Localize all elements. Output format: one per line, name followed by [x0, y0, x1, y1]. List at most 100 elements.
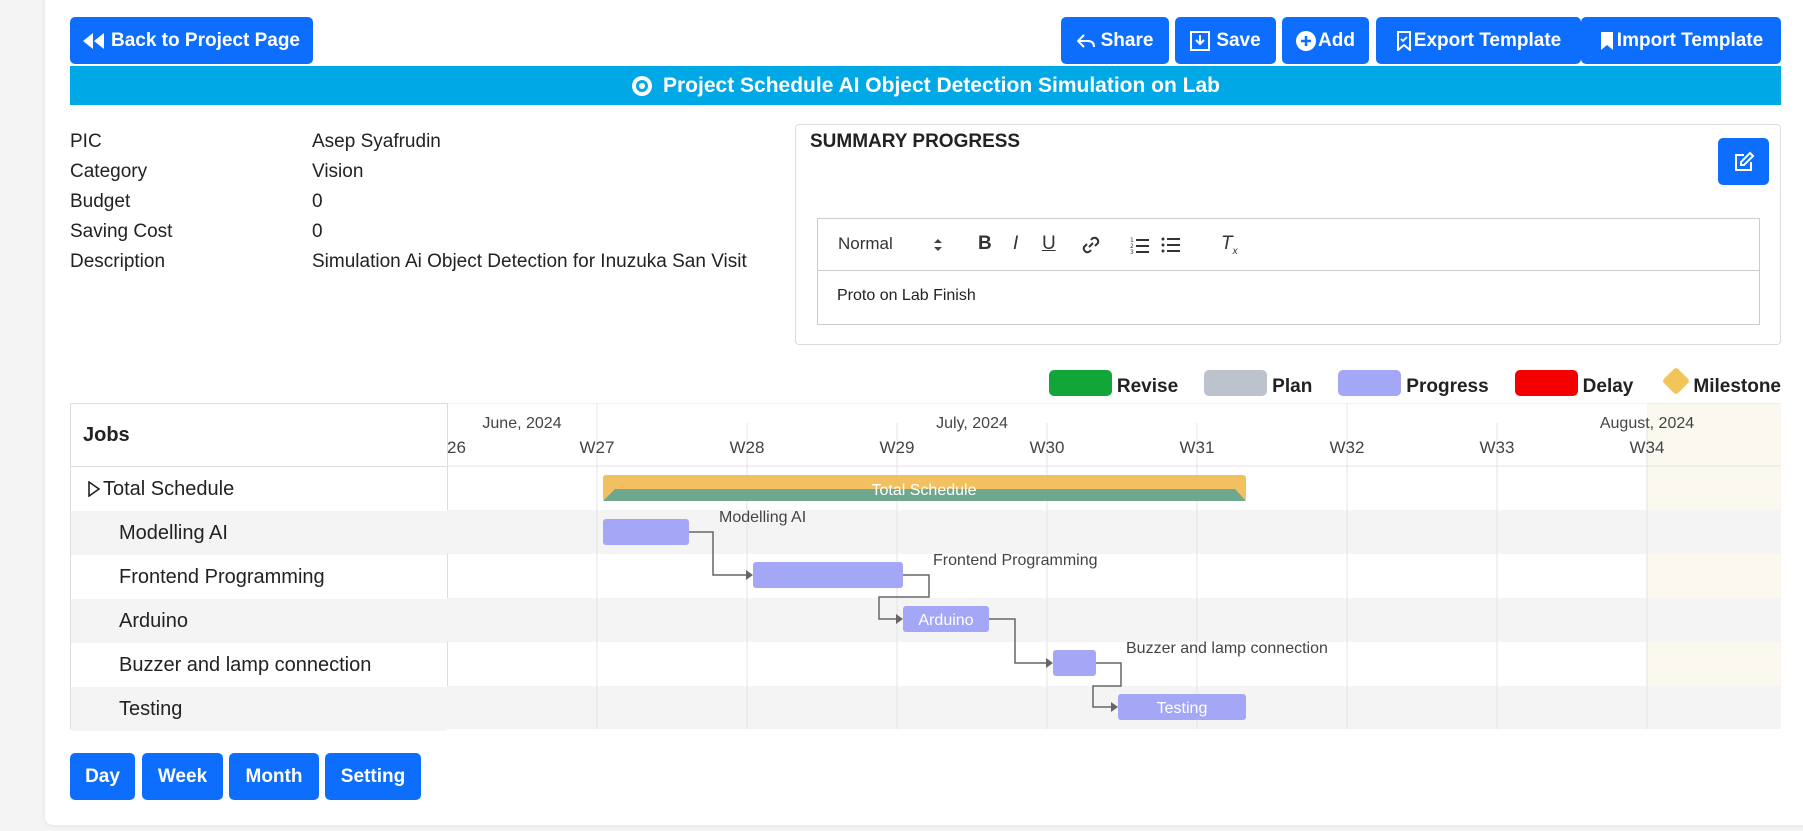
legend-swatch: [1204, 370, 1268, 396]
export-template-button[interactable]: Export Template: [1376, 17, 1581, 64]
info-label: Saving Cost: [70, 221, 173, 242]
job-row-total-schedule[interactable]: Total Schedule: [71, 467, 447, 511]
gantt-svg: June, 2024 July, 2024 August, 2024 26 W2…: [447, 403, 1781, 729]
legend-swatch: [1338, 370, 1402, 396]
gantt-chart: June, 2024 July, 2024 August, 2024 26 W2…: [447, 403, 1781, 729]
week-label: W29: [880, 438, 915, 457]
legend-swatch: [1514, 370, 1578, 396]
legend-label: Progress: [1406, 376, 1489, 397]
export-label: Export Template: [1413, 29, 1562, 51]
legend: Revise Plan Progress Delay Milestone: [1023, 364, 1781, 398]
setting-button[interactable]: Setting: [325, 753, 421, 800]
italic-icon[interactable]: I: [1013, 233, 1018, 255]
info-value: Vision: [312, 161, 364, 182]
info-value: 0: [312, 221, 323, 242]
bold-icon[interactable]: B: [978, 233, 992, 255]
info-label: Budget: [70, 191, 131, 212]
info-row-budget: Budget 0: [70, 187, 752, 217]
expand-triangle-icon[interactable]: [87, 481, 101, 497]
jobs-panel: Jobs Total Schedule Modelling AI Fronten…: [70, 403, 448, 731]
view-day-button[interactable]: Day: [70, 753, 135, 800]
job-row[interactable]: Frontend Programming: [71, 555, 447, 599]
job-name: Testing: [119, 697, 183, 720]
row-stripe: [447, 598, 1781, 642]
task-bar-label: Buzzer and lamp connection: [1126, 640, 1328, 657]
week-label: W30: [1030, 438, 1065, 457]
plus-circle-icon: [1296, 30, 1317, 51]
back-to-project-button[interactable]: Back to Project Page: [70, 17, 313, 64]
task-bar-label: Testing: [1157, 700, 1208, 717]
summary-content[interactable]: Proto on Lab Finish: [818, 271, 1759, 321]
share-label: Share: [1100, 29, 1154, 51]
clear-format-icon[interactable]: Tx: [1221, 233, 1238, 257]
job-name: Total Schedule: [103, 477, 235, 500]
job-name: Buzzer and lamp connection: [119, 653, 372, 676]
save-button[interactable]: Save: [1175, 17, 1276, 64]
info-label: Category: [70, 161, 148, 182]
week-label: W28: [730, 438, 765, 457]
edit-summary-button[interactable]: [1718, 138, 1769, 185]
week-label: W31: [1180, 438, 1215, 457]
import-label: Import Template: [1616, 29, 1764, 51]
total-schedule-bar-label: Total Schedule: [872, 482, 977, 499]
ordered-list-icon[interactable]: 123: [1130, 236, 1150, 254]
view-month-button[interactable]: Month: [229, 753, 319, 800]
week-label: W34: [1630, 438, 1665, 457]
week-label: W27: [580, 438, 615, 457]
share-icon: [1076, 33, 1095, 48]
view-week-button[interactable]: Week: [142, 753, 223, 800]
task-bar-label: Frontend Programming: [933, 552, 1098, 569]
month-label: June, 2024: [482, 415, 561, 432]
rich-text-editor: Normal B I U 123 Tx Proto on Lab Finish: [817, 218, 1760, 325]
info-row-pic: PIC Asep Syafrudin: [70, 127, 752, 157]
month-label: August, 2024: [1600, 415, 1694, 432]
link-icon[interactable]: [1081, 235, 1101, 255]
add-button[interactable]: Add: [1282, 17, 1369, 64]
task-bar-label: Modelling AI: [719, 509, 806, 526]
add-label: Add: [1318, 29, 1355, 51]
double-left-arrow-icon: [82, 32, 104, 49]
page-title-bar: Project Schedule AI Object Detection Sim…: [70, 66, 1781, 105]
task-bar-buzzer-lamp[interactable]: [1053, 650, 1096, 676]
legend-item-revise: Revise: [1048, 370, 1179, 398]
job-row[interactable]: Buzzer and lamp connection: [71, 643, 447, 687]
logo-icon: [632, 75, 652, 96]
task-bar-frontend-programming[interactable]: [753, 562, 903, 588]
job-row[interactable]: Testing: [71, 687, 447, 731]
save-icon: [1190, 30, 1211, 51]
underline-icon[interactable]: U: [1042, 233, 1056, 255]
weekend-shade: [1647, 403, 1781, 729]
bullet-list-icon[interactable]: [1161, 236, 1181, 254]
info-row-saving-cost: Saving Cost 0: [70, 217, 752, 247]
svg-text:3: 3: [1130, 249, 1134, 254]
bookmark-icon: [1396, 30, 1411, 51]
info-value: Asep Syafrudin: [312, 131, 441, 152]
jobs-header: Jobs: [71, 404, 447, 467]
job-row[interactable]: Arduino: [71, 599, 447, 643]
month-label: July, 2024: [936, 415, 1008, 432]
info-row-description: Description Simulation Ai Object Detectio…: [70, 247, 752, 277]
info-label: Description: [70, 251, 166, 272]
legend-item-milestone: Milestone: [1659, 364, 1781, 398]
job-row[interactable]: Modelling AI: [71, 511, 447, 555]
week-label: W33: [1480, 438, 1515, 457]
job-name: Frontend Programming: [119, 565, 325, 588]
task-bar-label: Arduino: [918, 612, 973, 629]
select-arrows-icon: [934, 239, 942, 251]
legend-label: Revise: [1116, 376, 1179, 397]
summary-progress-panel: SUMMARY PROGRESS Normal B I U 123 Tx Pro…: [795, 124, 1781, 345]
share-button[interactable]: Share: [1061, 17, 1169, 64]
summary-heading: SUMMARY PROGRESS: [810, 131, 1021, 152]
format-select[interactable]: Normal: [838, 234, 893, 254]
import-template-button[interactable]: Import Template: [1581, 17, 1781, 64]
grid-lines: [447, 403, 1781, 729]
job-name: Modelling AI: [119, 521, 228, 544]
task-bar-modelling-ai[interactable]: [603, 519, 689, 545]
legend-label: Delay: [1582, 376, 1634, 397]
week-label: W32: [1330, 438, 1365, 457]
legend-swatch: [1048, 370, 1112, 396]
legend-item-delay: Delay: [1514, 370, 1634, 398]
milestone-diamond-icon: [1663, 368, 1690, 394]
job-name: Arduino: [119, 609, 188, 632]
legend-item-plan: Plan: [1204, 370, 1312, 398]
